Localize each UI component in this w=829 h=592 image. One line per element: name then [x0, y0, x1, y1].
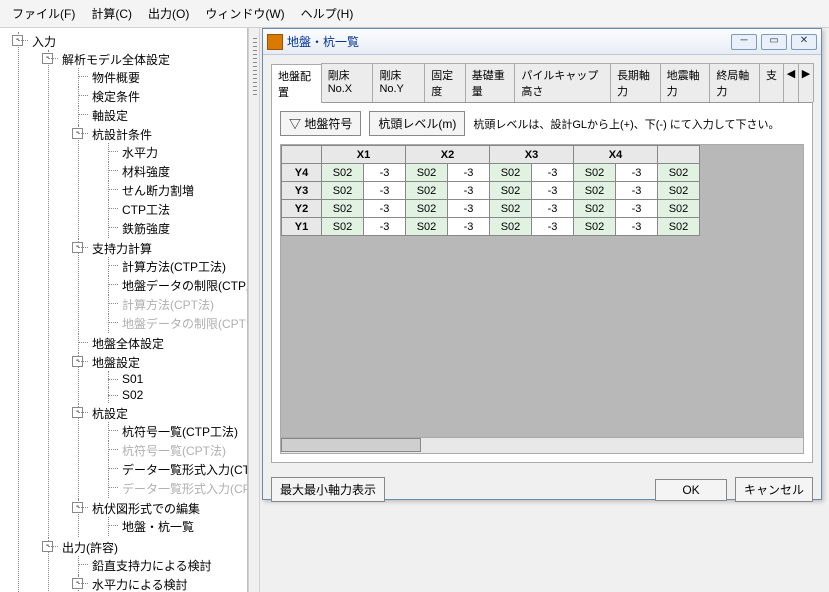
tree-blimit[interactable]: 地盤データの制限(CTP工法)	[108, 276, 245, 295]
tree-vert[interactable]: 鉛直支持力による検討	[78, 556, 245, 575]
tree-soilpile[interactable]: 地盤・杭一覧	[108, 517, 245, 536]
tree-pilecond[interactable]: -杭設計条件 水平力 材料強度 せん断力割増 CTP工法 鉄筋強度	[78, 125, 245, 239]
tab-8[interactable]: 終局軸力	[709, 63, 760, 102]
tree-s01[interactable]: S01	[108, 371, 245, 387]
col-x1: X1	[322, 146, 406, 164]
tree-s02[interactable]: S02	[108, 387, 245, 403]
tree-outallow[interactable]: -出力(許容) 鉛直支持力による検討 -水平力による検討 検定表 曲げモーメント…	[48, 538, 245, 592]
col-x4: X4	[574, 146, 658, 164]
menubar: ファイル(F) 計算(C) 出力(O) ウィンドウ(W) ヘルプ(H)	[0, 0, 829, 28]
menu-output[interactable]: 出力(O)	[142, 3, 195, 24]
app-icon	[267, 34, 283, 50]
tab-1[interactable]: 剛床No.X	[321, 63, 374, 102]
tree-axis[interactable]: 軸設定	[78, 106, 245, 125]
tree-pileset[interactable]: -杭設定 杭符号一覧(CTP工法) 杭符号一覧(CPT法) データ一覧形式入力(…	[78, 404, 245, 499]
dialog-title: 地盤・杭一覧	[287, 33, 727, 50]
tree-bcmethod[interactable]: 計算方法(CTP工法)	[108, 257, 245, 276]
menu-calc[interactable]: 計算(C)	[85, 3, 138, 24]
menu-window[interactable]: ウィンドウ(W)	[199, 3, 290, 24]
dialog: 地盤・杭一覧 ─ ▭ ✕ 地盤配置 剛床No.X 剛床No.Y 固定度 基礎重量…	[262, 28, 822, 500]
cancel-button[interactable]: キャンセル	[735, 477, 813, 502]
titlebar: 地盤・杭一覧 ─ ▭ ✕	[263, 29, 821, 55]
tree-bearing[interactable]: -支持力計算 計算方法(CTP工法) 地盤データの制限(CTP工法) 計算方法(…	[78, 239, 245, 334]
tree-bcmethod2: 計算方法(CPT法)	[108, 295, 245, 314]
tree-dataform[interactable]: データ一覧形式入力(CTP工法)	[108, 460, 245, 479]
tab-9[interactable]: 支	[759, 63, 784, 102]
splitter[interactable]	[248, 28, 260, 592]
table-row: Y2S02-3S02-3S02-3S02-3S02	[282, 200, 700, 218]
tree-pilelist[interactable]: 杭符号一覧(CTP工法)	[108, 422, 245, 441]
tree-pilelist2: 杭符号一覧(CPT法)	[108, 441, 245, 460]
grid-wrap: X1 X2 X3 X4 Y4S02-3S02-3S02-3S02-3S02 Y3…	[280, 144, 804, 438]
minimize-button[interactable]: ─	[731, 34, 757, 50]
tree-soilset[interactable]: -地盤設定 S01 S02	[78, 353, 245, 404]
tab-5[interactable]: パイルキャップ高さ	[514, 63, 611, 102]
col-extra	[658, 146, 700, 164]
tree-model[interactable]: -解析モデル全体設定 物件概要 検定条件 軸設定 -杭設計条件 水平力 材料強度…	[48, 50, 245, 538]
close-button[interactable]: ✕	[791, 34, 817, 50]
tab-content: ▽ 地盤符号 杭頭レベル(m) 杭頭レベルは、設計GLから上(+)、下(-) に…	[271, 103, 813, 463]
table-row: Y3S02-3S02-3S02-3S02-3S02	[282, 182, 700, 200]
tree-blimit2: 地盤データの制限(CPT法)	[108, 314, 245, 333]
h-scrollbar[interactable]	[280, 438, 804, 454]
tree-panel: -入力 -解析モデル全体設定 物件概要 検定条件 軸設定 -杭設計条件 水平力 …	[0, 28, 248, 592]
tab-scroll-left[interactable]: ◀	[783, 63, 799, 102]
tree-root[interactable]: -入力 -解析モデル全体設定 物件概要 検定条件 軸設定 -杭設計条件 水平力 …	[18, 32, 245, 592]
tree-prop[interactable]: 物件概要	[78, 68, 245, 87]
table-row: Y1S02-3S02-3S02-3S02-3S02	[282, 218, 700, 236]
tree-soilall[interactable]: 地盤全体設定	[78, 334, 245, 353]
tab-6[interactable]: 長期軸力	[610, 63, 661, 102]
tab-4[interactable]: 基礎重量	[465, 63, 516, 102]
pile-level-button[interactable]: 杭頭レベル(m)	[369, 111, 465, 136]
grid-table[interactable]: X1 X2 X3 X4 Y4S02-3S02-3S02-3S02-3S02 Y3…	[281, 145, 700, 236]
tree-ctp[interactable]: CTP工法	[108, 200, 245, 219]
tree-dataform2: データ一覧形式入力(CPT法)	[108, 479, 245, 498]
maxmin-button[interactable]: 最大最小軸力表示	[271, 477, 385, 502]
soil-sign-button[interactable]: ▽ 地盤符号	[280, 111, 361, 136]
tab-strip: 地盤配置 剛床No.X 剛床No.Y 固定度 基礎重量 パイルキャップ高さ 長期…	[271, 63, 813, 103]
tab-0[interactable]: 地盤配置	[271, 64, 322, 103]
hint-text: 杭頭レベルは、設計GLから上(+)、下(-) にて入力して下さい。	[473, 116, 779, 132]
col-x3: X3	[490, 146, 574, 164]
table-row: Y4S02-3S02-3S02-3S02-3S02	[282, 164, 700, 182]
maximize-button[interactable]: ▭	[761, 34, 787, 50]
tree-hforce[interactable]: 水平力	[108, 143, 245, 162]
tree-cond[interactable]: 検定条件	[78, 87, 245, 106]
menu-file[interactable]: ファイル(F)	[6, 3, 81, 24]
tree-layoutedit[interactable]: -杭伏図形式での編集 地盤・杭一覧	[78, 499, 245, 537]
menu-help[interactable]: ヘルプ(H)	[295, 3, 360, 24]
tree-shear[interactable]: せん断力割増	[108, 181, 245, 200]
col-x2: X2	[406, 146, 490, 164]
tab-7[interactable]: 地震軸力	[660, 63, 711, 102]
tab-3[interactable]: 固定度	[424, 63, 466, 102]
tree-rebar[interactable]: 鉄筋強度	[108, 219, 245, 238]
tree-hcheck[interactable]: -水平力による検討 検定表 曲げモーメント 検定表 せん断力 検定表 杭頭接合部…	[78, 575, 245, 592]
tab-scroll-right[interactable]: ▶	[798, 63, 814, 102]
tree-mat[interactable]: 材料強度	[108, 162, 245, 181]
ok-button[interactable]: OK	[655, 479, 727, 501]
tab-2[interactable]: 剛床No.Y	[372, 63, 425, 102]
